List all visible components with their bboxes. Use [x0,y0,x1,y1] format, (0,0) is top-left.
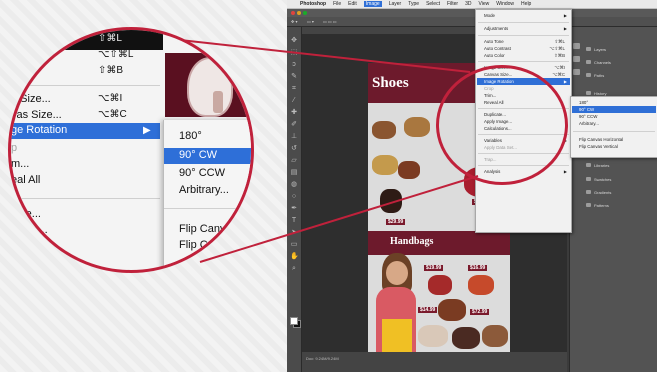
zoomed-item-trim[interactable]: m... [11,158,29,170]
zoomed-item-apply-image[interactable]: mage... [11,224,48,236]
menu-separator [11,85,160,86]
zoomed-submenu-180[interactable]: 180° [179,130,202,142]
zoomed-submenu-flip-vertical[interactable]: Flip Canv [179,239,225,251]
menu-separator [164,208,251,209]
shoe-image [187,57,233,117]
zoomed-item-reveal-all[interactable]: eal All [11,174,40,186]
zoomed-rotation-submenu: 180° 90° CW 90° CCW Arbitrary... Flip Ca… [163,120,251,270]
zoomed-item-calculations[interactable]: ns... [11,240,32,252]
zoomed-item-auto-color[interactable]: or [11,65,21,77]
shortcut-label: ⌥⌘C [98,109,127,120]
shortcut-label: ⇧⌘L [98,33,122,44]
menu-separator [11,198,160,199]
magnifier-callout: ⇧⌘L st ⌥⇧⌘L or ⇧⌘B e Size... ⌥⌘I vas Siz… [8,27,254,273]
zoomed-item-image-rotation[interactable]: ge Rotation [11,124,67,136]
shortcut-label: ⌥⌘I [98,93,123,104]
zoomed-item-auto-contrast[interactable]: st [11,49,20,61]
zoomed-item-image-size[interactable]: e Size... [11,93,51,105]
shoe-image [213,91,223,113]
zoomed-item-crop: p [11,142,18,154]
shortcut-label: ⌥⇧⌘L [98,49,134,60]
zoomed-submenu-arbitrary[interactable]: Arbitrary... [179,184,229,196]
zoomed-item-canvas-size[interactable]: vas Size... [11,109,62,121]
window-titlebar [11,30,163,50]
zoomed-submenu-90-ccw[interactable]: 90° CCW [179,167,225,179]
zoomed-item-duplicate[interactable]: cate... [11,208,41,220]
zoomed-submenu-flip-horizontal[interactable]: Flip Canvas [179,223,237,235]
shortcut-label: ⇧⌘B [98,65,124,76]
submenu-arrow-icon: ▶ [143,125,151,136]
zoomed-submenu-90-cw[interactable]: 90° CW [179,149,217,161]
